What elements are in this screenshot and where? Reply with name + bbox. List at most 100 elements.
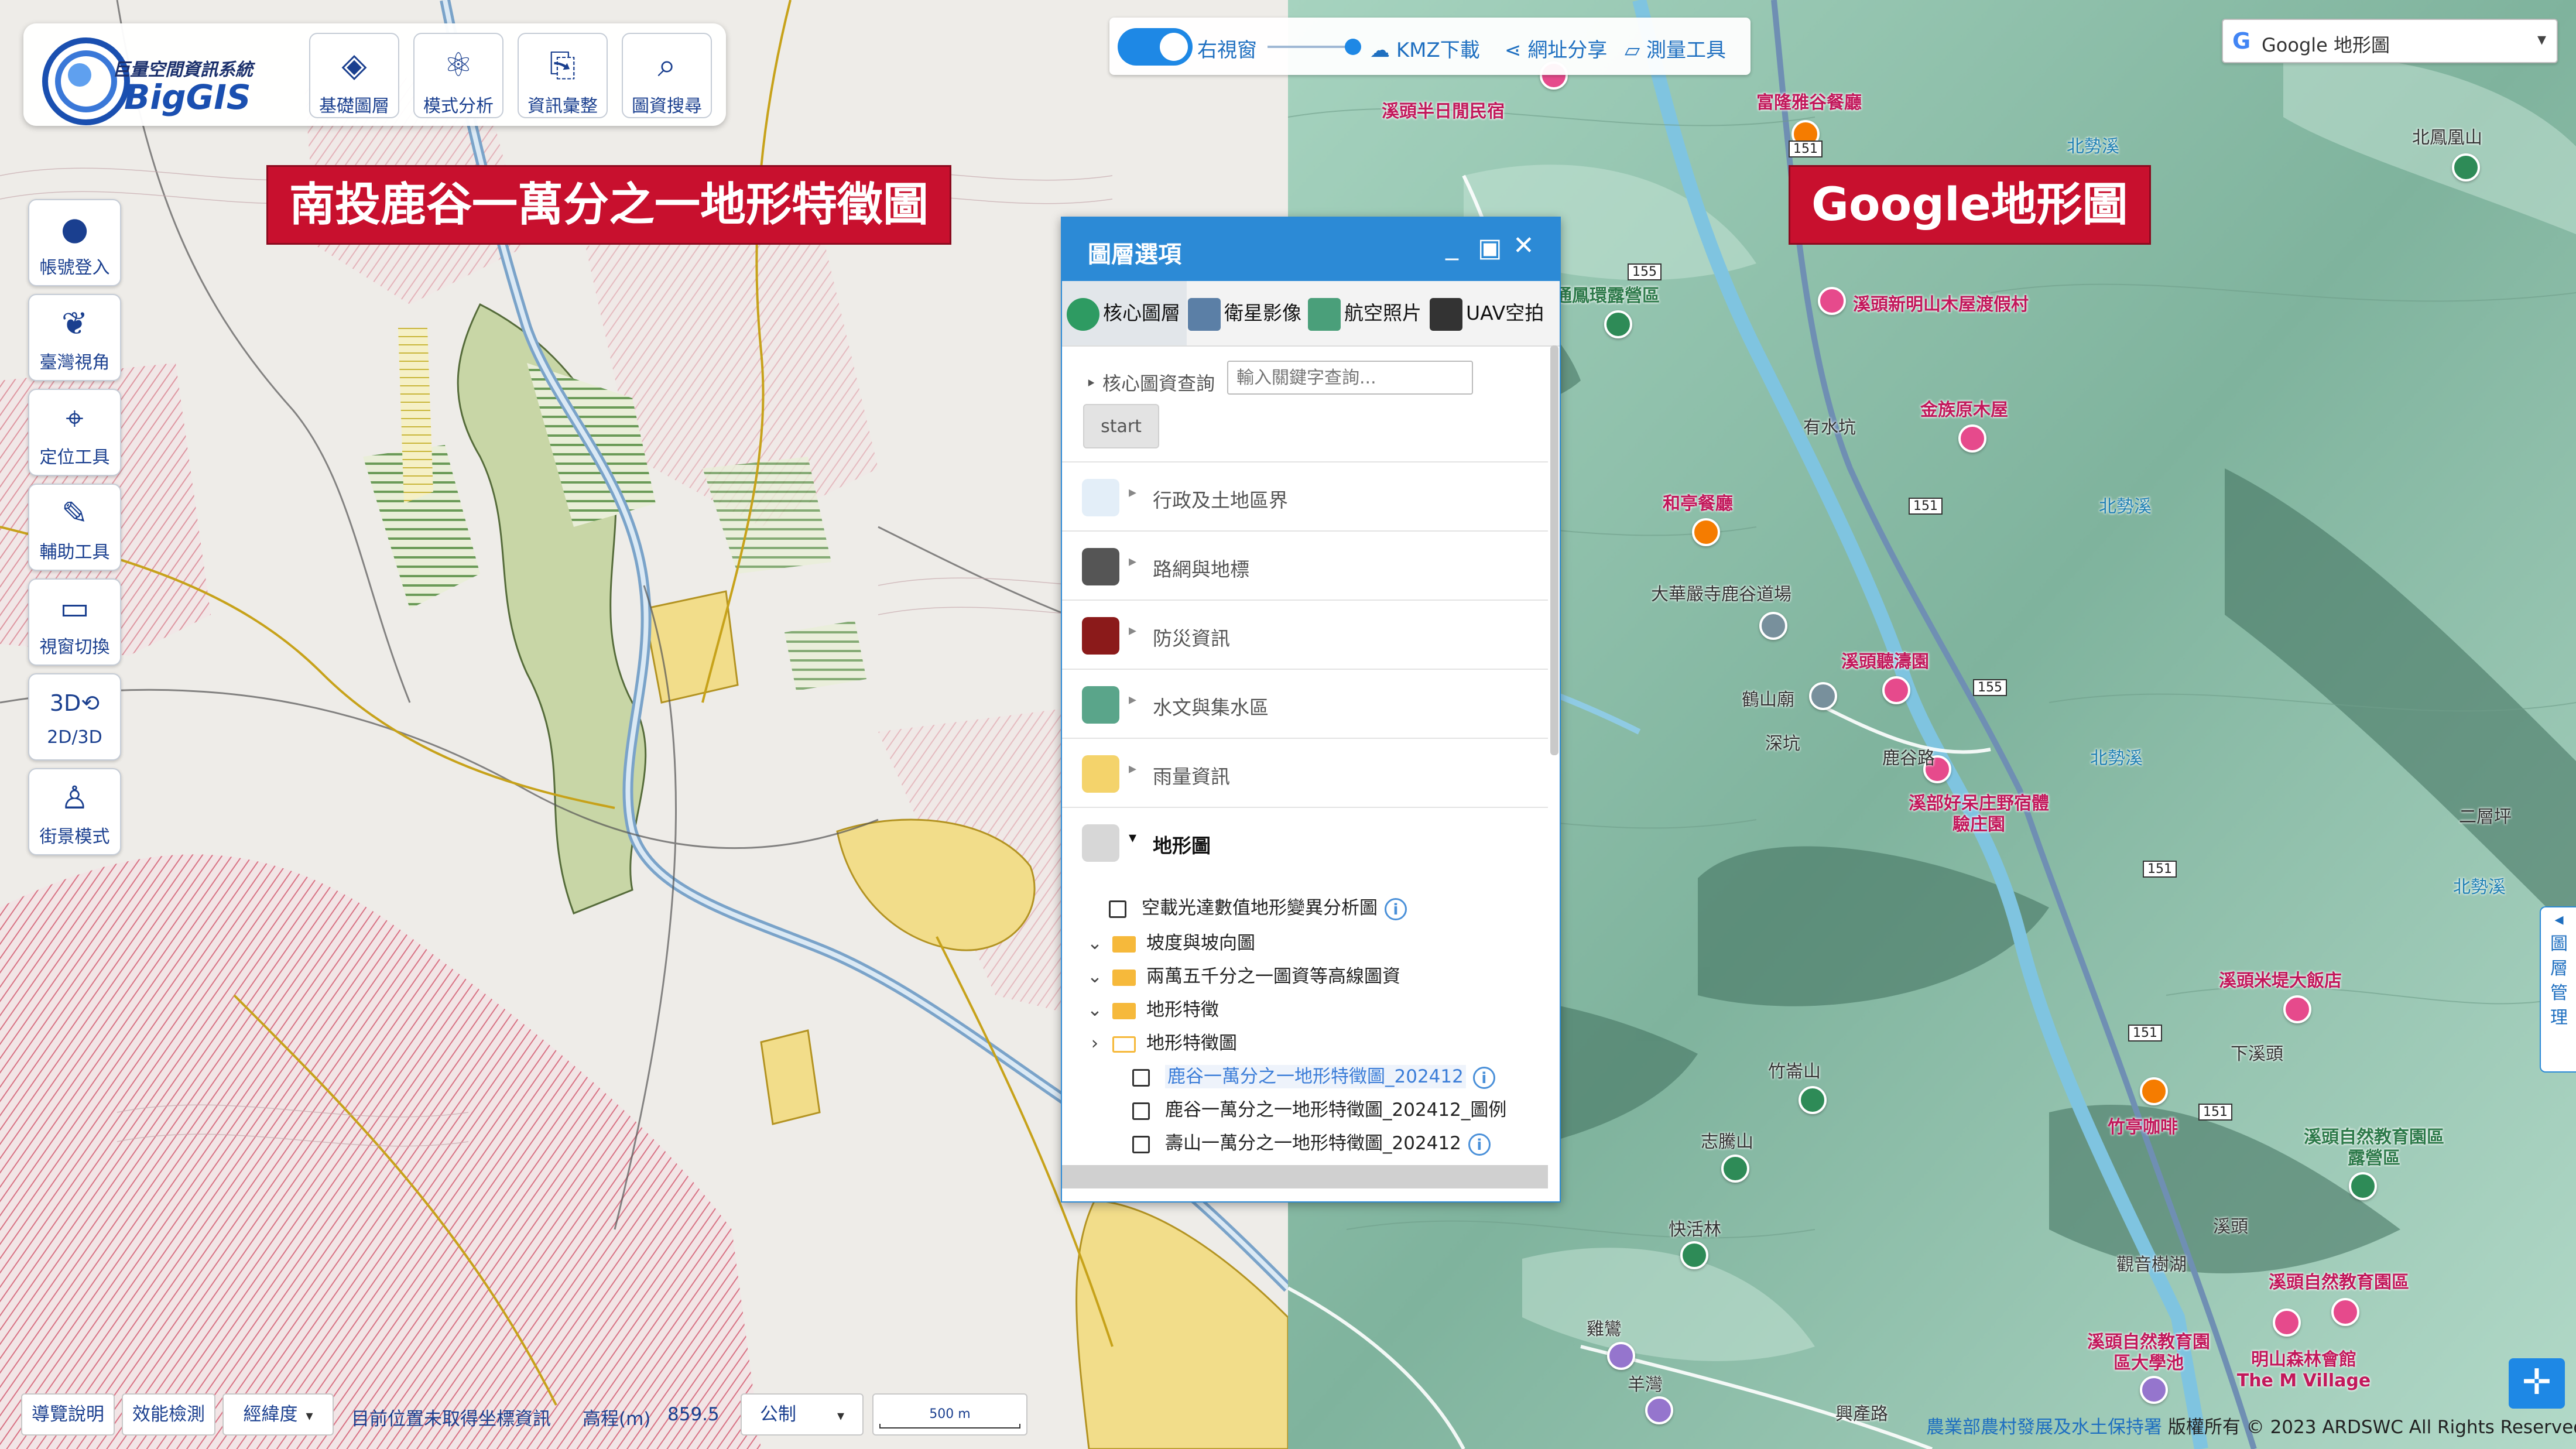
guide-button[interactable]: 導覽說明: [21, 1393, 115, 1436]
road-shield: 155: [1973, 679, 2007, 696]
aux-tool-button[interactable]: ✎ 輔助工具: [28, 484, 121, 571]
map-label: 大華嚴寺鹿谷道場: [1651, 584, 1791, 605]
tree-folder-slope[interactable]: ⌄ 坡度與坡向圖: [1085, 928, 1255, 954]
tab-uav[interactable]: UAV空拍: [1430, 281, 1544, 345]
tab-satellite[interactable]: 衛星影像: [1188, 281, 1301, 345]
coord-type-select[interactable]: 經緯度 ▾: [222, 1393, 334, 1436]
tab-core-layers[interactable]: 核心圖層: [1062, 281, 1187, 345]
map-label: 下溪頭: [2231, 1044, 2283, 1064]
map-label: 竹崙山: [1768, 1061, 1821, 1082]
map-search-button[interactable]: ⌕ 圖資搜尋: [622, 33, 712, 118]
poi-marker[interactable]: [1721, 1155, 1749, 1183]
base-layer-button[interactable]: ◈ 基礎圖層: [309, 33, 399, 118]
horizontal-scrollbar[interactable]: [1062, 1165, 1548, 1188]
chevron-right-icon: ▸: [1129, 484, 1137, 501]
tree-folder-terrain-feature[interactable]: ⌄ 地形特徵: [1085, 995, 1219, 1021]
checkbox[interactable]: [1132, 1102, 1150, 1120]
maximize-icon[interactable]: ▣: [1478, 233, 1502, 263]
view-switch-button[interactable]: ▭ 視窗切換: [28, 578, 121, 666]
poi-marker[interactable]: [1958, 424, 1986, 453]
panel-header[interactable]: 圖層選項 _ ▣ ✕: [1062, 218, 1560, 281]
poi-marker[interactable]: [1882, 676, 1910, 704]
panel-title: 圖層選項: [1088, 241, 1181, 268]
checkbox[interactable]: [1132, 1135, 1150, 1153]
map-label: 溪頭米堤大飯店: [2219, 971, 2342, 991]
category-road-landmark[interactable]: ▸ 路網與地標: [1062, 530, 1548, 601]
tree-item-lidar[interactable]: 空載光達數值地形變異分析圖 i: [1109, 893, 1407, 920]
poi-marker[interactable]: [2349, 1172, 2377, 1200]
poi-marker[interactable]: [1692, 518, 1720, 546]
measure-tool-button[interactable]: ▱ 測量工具: [1625, 34, 1726, 63]
admin-boundary-icon: [1082, 479, 1119, 516]
map-label: 鹿谷路: [1882, 748, 1935, 769]
panel-scrollbar[interactable]: [1550, 345, 1558, 755]
dimension-switch-button[interactable]: 3D⟲ 2D/3D: [28, 673, 121, 761]
crosshair-icon: ✛: [2522, 1362, 2552, 1403]
poi-marker[interactable]: [2331, 1298, 2359, 1326]
poi-marker[interactable]: [2140, 1376, 2168, 1404]
road-shield: 151: [2198, 1104, 2232, 1121]
chevron-right-icon: ▸: [1129, 691, 1137, 708]
model-analysis-button[interactable]: ⚛ 模式分析: [413, 33, 503, 118]
folder-open-icon: [1112, 1036, 1136, 1053]
url-share-button[interactable]: ⋖ 網址分享: [1505, 34, 1607, 63]
poi-marker[interactable]: [1607, 1342, 1635, 1370]
poi-marker[interactable]: [2452, 153, 2480, 181]
tree-item-lugu-legend[interactable]: 鹿谷一萬分之一地形特徵圖_202412_圖例: [1132, 1095, 1506, 1121]
tree-folder-terrain-feature-map[interactable]: › 地形特徵圖: [1085, 1028, 1237, 1054]
street-view-button[interactable]: ♙ 街景模式: [28, 768, 121, 855]
close-icon[interactable]: ✕: [1513, 231, 1534, 261]
poi-marker[interactable]: [1799, 1086, 1827, 1114]
poi-marker[interactable]: [1604, 310, 1632, 338]
poi-marker[interactable]: [2140, 1077, 2168, 1105]
info-compile-button[interactable]: ⎘ 資訊彙整: [518, 33, 608, 118]
poi-marker[interactable]: [1809, 682, 1837, 710]
poi-marker[interactable]: [1759, 612, 1787, 640]
checkbox[interactable]: [1132, 1068, 1150, 1087]
tree-item-shoushan-feature[interactable]: 壽山一萬分之一地形特徵圖_202412 i: [1132, 1128, 1491, 1156]
tree-item-lugu-feature[interactable]: 鹿谷一萬分之一地形特徵圖_202412 i: [1132, 1061, 1495, 1089]
basemap-select[interactable]: G Google 地形圖 ▾: [2222, 19, 2558, 63]
category-rainfall[interactable]: ▸ 雨量資訊: [1062, 738, 1548, 808]
info-icon[interactable]: i: [1385, 898, 1407, 920]
map-label: 溪頭聽濤園: [1841, 652, 1929, 672]
layer-manage-tab[interactable]: ◂ 圖 層 管 理: [2540, 906, 2576, 1073]
info-icon[interactable]: i: [1472, 1066, 1495, 1089]
poi-marker[interactable]: [2283, 995, 2311, 1023]
biggis-logo[interactable]: 巨量空間資訊系統 BigGIS: [36, 32, 294, 125]
poi-marker[interactable]: [1680, 1241, 1708, 1269]
locate-tool-button[interactable]: ⌖ 定位工具: [28, 389, 121, 476]
analysis-icon: ⚛: [443, 46, 474, 84]
chevron-down-icon: ▾: [306, 1407, 313, 1424]
opacity-slider-track[interactable]: [1268, 46, 1355, 48]
logo-ring-icon: [42, 37, 130, 125]
checkbox[interactable]: [1109, 900, 1126, 918]
elevation-label: 高程(m): [583, 1409, 651, 1430]
poi-marker[interactable]: [1645, 1396, 1673, 1424]
perf-check-button[interactable]: 效能檢測: [122, 1393, 215, 1436]
category-topographic[interactable]: ▾ 地形圖: [1062, 807, 1548, 877]
core-query-input[interactable]: [1227, 361, 1473, 395]
poi-marker[interactable]: [1818, 287, 1846, 315]
right-window-toggle[interactable]: [1118, 28, 1193, 66]
category-disaster[interactable]: ▸ 防災資訊: [1062, 600, 1548, 670]
tree-folder-contour[interactable]: ⌄ 兩萬五千分之一圖資等高線圖資: [1085, 961, 1400, 988]
opacity-slider-knob[interactable]: [1345, 39, 1361, 55]
map-label: 溪頭新明山木屋渡假村: [1853, 294, 2029, 315]
category-admin-boundary[interactable]: ▸ 行政及土地區界: [1062, 461, 1548, 532]
kmz-download-button[interactable]: ☁ KMZ下載: [1370, 34, 1480, 63]
map-label: 雞鸞: [1587, 1319, 1622, 1340]
category-hydrology[interactable]: ▸ 水文與集水區: [1062, 669, 1548, 739]
poi-marker[interactable]: [2273, 1308, 2301, 1337]
tab-aerial-photo[interactable]: 航空照片: [1308, 281, 1421, 345]
scale-bar: 500 m: [872, 1393, 1027, 1436]
taiwan-view-button[interactable]: ❦ 臺灣視角: [28, 294, 121, 381]
login-button[interactable]: ● 帳號登入: [28, 199, 121, 286]
minimize-icon[interactable]: _: [1445, 231, 1458, 261]
unit-select[interactable]: 公制 ▾: [741, 1393, 864, 1436]
crosshair-button[interactable]: ✛: [2509, 1358, 2565, 1409]
chevron-down-icon: ⌄: [1087, 966, 1102, 987]
copyright-text: 農業部農村發展及水土保持署 版權所有 © 2023 ARDSWC All Rig…: [1926, 1417, 2576, 1438]
info-icon[interactable]: i: [1468, 1133, 1491, 1156]
start-button[interactable]: start: [1083, 404, 1159, 448]
